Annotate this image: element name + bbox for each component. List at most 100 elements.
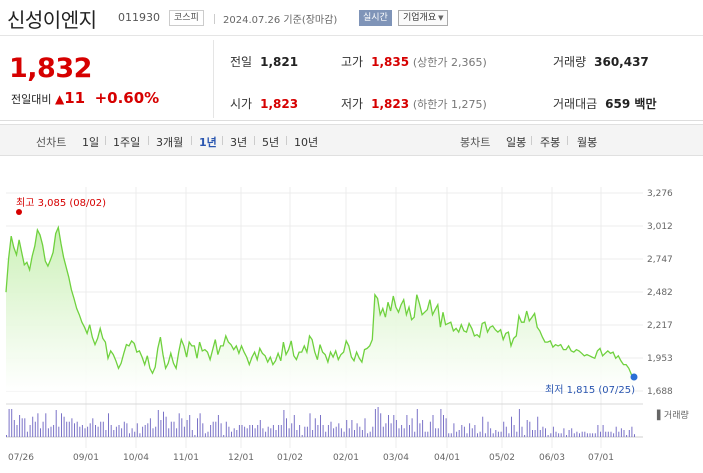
volume-bar [369, 431, 371, 437]
stock-header: 신성이엔지 011930 코스피 2024.07.26 기준(장마감) 실시간 … [0, 0, 703, 36]
volume-bar [92, 418, 94, 437]
period-1y[interactable]: 1년 [199, 134, 217, 150]
volume-bar [374, 409, 376, 437]
max-marker [16, 209, 22, 215]
price-change: 전일대비 ▲11 +0.60% [11, 89, 159, 107]
volume-bar [317, 425, 319, 437]
open-label: 시가 [230, 97, 253, 111]
volume-bar [626, 435, 628, 437]
volume-bar [416, 409, 418, 437]
volume-bar [50, 426, 52, 437]
volume-bar [419, 423, 421, 437]
volume-bar [597, 425, 599, 437]
volume-bar [511, 416, 512, 437]
divider [531, 136, 532, 145]
volume-bar [458, 430, 460, 437]
y-tick-label: 1,688 [647, 387, 673, 397]
prev-close-label: 전일 [230, 55, 253, 69]
volume-bar [223, 435, 225, 437]
period-3y[interactable]: 3년 [230, 134, 247, 150]
period-3m[interactable]: 3개월 [156, 134, 183, 150]
volume-bar [286, 418, 287, 437]
company-overview-dropdown[interactable]: 기업개요 ▼ [398, 10, 448, 26]
x-tick-label: 01/02 [277, 453, 303, 463]
y-tick-label: 3,012 [647, 222, 673, 232]
volume-bar [220, 423, 222, 437]
volume-bar [424, 431, 426, 437]
volume-bar [246, 428, 248, 437]
divider [105, 136, 106, 145]
volume-bar [377, 407, 379, 437]
y-tick-label: 3,276 [647, 189, 673, 199]
volume-bar [474, 425, 476, 437]
volume: 거래량 360,437 [553, 53, 649, 70]
volume-bar [102, 421, 104, 437]
volume-bar [440, 409, 442, 437]
x-tick-label: 12/01 [228, 453, 254, 463]
volume-bar [236, 430, 238, 437]
volume-bar [414, 431, 416, 437]
volume-bar [181, 418, 183, 437]
volume-bar [552, 426, 554, 437]
volume-bar [443, 415, 444, 437]
volume-bar [579, 433, 580, 437]
volume-bar [55, 410, 57, 437]
low-price: 저가 1,823 (하한가 1,275) [341, 95, 487, 112]
volume-bar [631, 426, 633, 437]
volume-bar [566, 435, 567, 437]
period-1w[interactable]: 1주일 [113, 134, 140, 150]
volume-bar [461, 425, 463, 437]
volume-bar [620, 428, 622, 437]
volume-bar [568, 430, 570, 437]
realtime-button[interactable]: 실시간 [359, 10, 392, 26]
volume-bar [437, 428, 439, 437]
volume-bar [354, 430, 355, 437]
volume-bar [42, 421, 44, 437]
volume-bar [16, 425, 18, 437]
price-panel: 1,832 전일대비 ▲11 +0.60% 전일 1,821 고가 1,835 (상… [0, 37, 703, 121]
volume-bar [142, 426, 144, 437]
amount-value: 659 백만 [605, 97, 657, 111]
volume-bar [388, 415, 389, 437]
candle-weekly[interactable]: 주봉 [540, 134, 560, 150]
open-value: 1,823 [260, 97, 299, 111]
volume-bar [422, 420, 424, 437]
divider [191, 136, 192, 145]
volume-bar [139, 433, 141, 437]
volume-bar [505, 426, 507, 437]
change-label: 전일대비 [11, 93, 52, 106]
line-chart-label: 선차트 [36, 136, 67, 149]
x-tick-label: 11/01 [173, 453, 199, 463]
volume-bar [450, 433, 452, 437]
volume-bar [267, 426, 269, 437]
volume-bar [526, 420, 528, 437]
volume-bar [272, 425, 274, 437]
candle-monthly[interactable]: 월봉 [577, 134, 597, 150]
volume-bar [301, 435, 303, 437]
volume-bar [157, 410, 159, 437]
period-1d[interactable]: 1일 [82, 134, 99, 150]
volume-bar [398, 428, 400, 437]
volume-bar [165, 416, 167, 437]
period-5y[interactable]: 5년 [262, 134, 279, 150]
y-tick-label: 1,953 [647, 354, 673, 364]
volume-bar [71, 418, 73, 437]
period-10y[interactable]: 10년 [294, 134, 318, 150]
volume-bar [309, 413, 311, 437]
prev-close: 전일 1,821 [230, 53, 298, 70]
candle-daily[interactable]: 일봉 [506, 134, 526, 150]
volume-bar [306, 426, 308, 437]
high-label: 고가 [341, 55, 364, 69]
period-bar: 선차트 1일 1주일 3개월 1년 3년 5년 10년 봉차트 일봉 주봉 월봉 [0, 124, 703, 156]
volume-bar [262, 428, 264, 437]
volume-bar [6, 435, 7, 437]
lower-limit: (하한가 1,275) [412, 98, 487, 111]
volume-bar [432, 415, 434, 437]
volume-bar [367, 433, 369, 437]
volume-bar [34, 421, 36, 437]
volume-bar [257, 425, 259, 437]
volume-bar [212, 421, 214, 437]
volume-bar [136, 423, 138, 437]
volume-bar [26, 431, 28, 437]
open-price: 시가 1,823 [230, 95, 298, 112]
